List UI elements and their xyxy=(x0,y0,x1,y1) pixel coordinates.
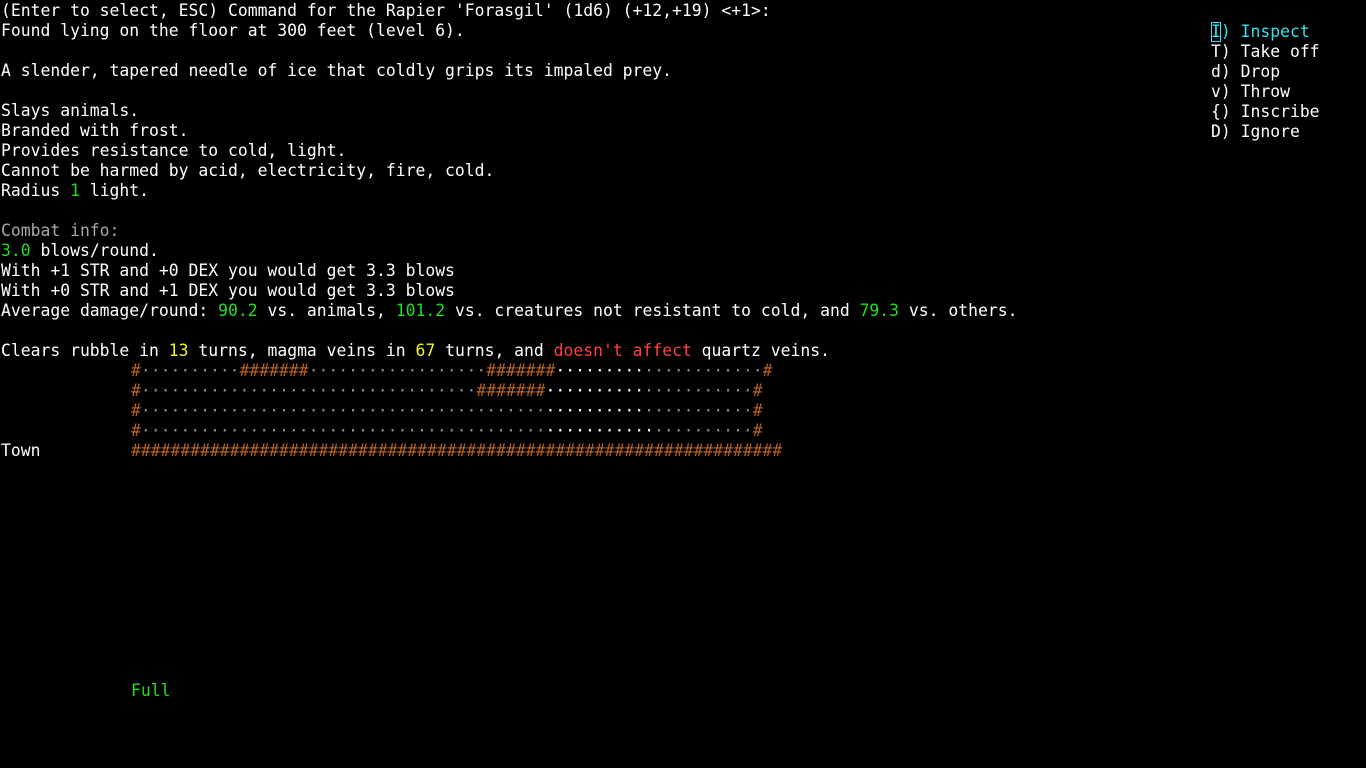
damage-mid1: vs. animals, xyxy=(257,301,396,320)
location-label: Town xyxy=(1,441,41,460)
item-description-text: A slender, tapered needle of ice that co… xyxy=(1,61,673,80)
menu-item-label: ) Take off xyxy=(1220,42,1320,61)
command-prompt: (Enter to select, ESC) Command for the R… xyxy=(1,1,771,20)
damage-animals-value: 90.2 xyxy=(218,301,258,320)
slays-text: Slays animals. xyxy=(1,101,140,120)
menu-cursor: I xyxy=(1211,22,1221,42)
digging-rubble-value: 13 xyxy=(168,341,189,360)
light-radius-prefix: Radius xyxy=(1,181,71,200)
map-row: #··································#####… xyxy=(131,381,763,401)
light-radius-value: 1 xyxy=(70,181,80,200)
damage-others-value: 79.3 xyxy=(859,301,900,320)
damage-prefix: Average damage/round: xyxy=(1,301,219,320)
map-wall: # xyxy=(131,361,141,380)
menu-item-label: ) Inspect xyxy=(1220,22,1310,41)
map-wall: # xyxy=(752,421,763,440)
blows-line: 3.0 blows/round. xyxy=(1,241,159,261)
map-floor: ········································… xyxy=(140,421,546,440)
map-floor: ·········· xyxy=(654,421,753,440)
map-floor: ··········· xyxy=(644,381,753,400)
menu-item-take-off[interactable]: T) Take off xyxy=(1211,42,1320,62)
item-location-text: Found lying on the floor at 300 feet (le… xyxy=(1,21,465,40)
digging-mid2: turns, and xyxy=(435,341,554,360)
map-wall: # xyxy=(131,381,141,400)
map-row: #··········#######··················####… xyxy=(131,361,772,381)
map-wall: ####### xyxy=(486,361,556,380)
map-wall: # xyxy=(752,401,763,420)
map-floor: ········· xyxy=(555,361,645,380)
light-radius-line: Radius 1 light. xyxy=(1,181,149,201)
digging-prefix: Clears rubble in xyxy=(1,341,169,360)
digging-quartz-value: doesn't affect xyxy=(553,341,692,360)
map-wall: ####### xyxy=(476,381,546,400)
map-row: #·······································… xyxy=(131,401,763,421)
menu-item-inspect[interactable]: I) Inspect xyxy=(1211,22,1310,42)
menu-item-label: ) Ignore xyxy=(1220,122,1300,141)
damage-suffix: vs. others. xyxy=(899,301,1018,320)
map-wall: # xyxy=(762,361,773,380)
menu-item-inscribe[interactable]: {) Inscribe xyxy=(1211,102,1320,122)
menu-item-drop[interactable]: d) Drop xyxy=(1211,62,1280,82)
map-wall: # xyxy=(131,401,141,420)
menu-item-key: d xyxy=(1211,62,1221,81)
digging-line: Clears rubble in 13 turns, magma veins i… xyxy=(1,341,830,361)
map-floor: ·································· xyxy=(140,381,477,400)
menu-item-label: ) Inscribe xyxy=(1220,102,1320,121)
damage-line: Average damage/round: 90.2 vs. animals, … xyxy=(1,301,1017,321)
damage-mid2: vs. creatures not resistant to cold, and xyxy=(445,301,860,320)
map-row: ########################################… xyxy=(131,441,782,461)
menu-item-key: { xyxy=(1211,102,1221,121)
combat-heading: Combat info: xyxy=(1,221,120,240)
str-blows-text: With +1 STR and +0 DEX you would get 3.3… xyxy=(1,261,455,280)
dex-blows-text: With +0 STR and +1 DEX you would get 3.3… xyxy=(1,281,455,300)
brand-text: Branded with frost. xyxy=(1,121,189,140)
map-wall: ####### xyxy=(239,361,309,380)
map-wall: # xyxy=(131,421,141,440)
menu-item-key: D xyxy=(1211,122,1221,141)
damage-cold-value: 101.2 xyxy=(395,301,446,320)
blows-suffix: blows/round. xyxy=(30,241,159,260)
status-full: Full xyxy=(131,681,171,700)
digging-suffix: quartz veins. xyxy=(691,341,830,360)
menu-item-ignore[interactable]: D) Ignore xyxy=(1211,122,1300,142)
map-wall: # xyxy=(752,381,763,400)
light-radius-suffix: light. xyxy=(79,181,150,200)
map-row: #·······································… xyxy=(131,421,763,441)
digging-mid1: turns, magma veins in xyxy=(188,341,416,360)
menu-item-label: ) Drop xyxy=(1220,62,1281,81)
map-floor: ·········· xyxy=(545,381,645,400)
map-floor: ··········· xyxy=(644,401,753,420)
menu-item-key: T xyxy=(1211,42,1221,61)
immunity-text: Cannot be harmed by acid, electricity, f… xyxy=(1,161,495,180)
blows-value: 3.0 xyxy=(1,241,31,260)
map-wall: ########################################… xyxy=(131,441,783,460)
map-floor: ·········· xyxy=(545,401,645,420)
menu-item-throw[interactable]: v) Throw xyxy=(1211,82,1290,102)
menu-item-key: v xyxy=(1211,82,1221,101)
resistance-text: Provides resistance to cold, light. xyxy=(1,141,347,160)
map-floor: ········································… xyxy=(140,401,546,420)
map-floor: ·········· xyxy=(140,361,240,380)
map-floor: ············ xyxy=(644,361,763,380)
menu-item-label: ) Throw xyxy=(1220,82,1290,101)
digging-magma-value: 67 xyxy=(415,341,436,360)
map-floor: ·················· xyxy=(308,361,487,380)
map-floor: ··········· xyxy=(545,421,655,440)
